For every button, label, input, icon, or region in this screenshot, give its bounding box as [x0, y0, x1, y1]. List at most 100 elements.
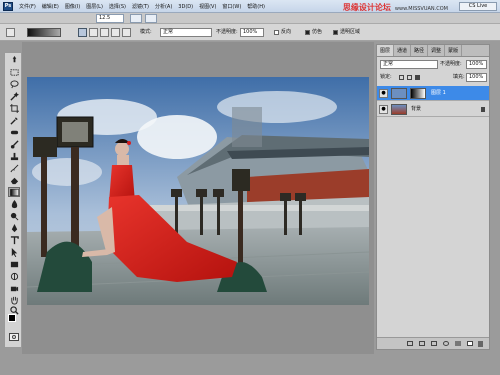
layers-panel: 图层 通道 路径 调整 蒙版 正常 不透明度: 100% 锁定: 填充: 100…: [376, 44, 490, 350]
dither-checkbox[interactable]: [305, 30, 310, 35]
tab-masks[interactable]: 蒙版: [445, 45, 463, 56]
eraser-icon[interactable]: [8, 175, 20, 185]
link-layers-icon[interactable]: [407, 341, 413, 346]
new-layer-icon[interactable]: [467, 341, 473, 346]
text-icon[interactable]: [8, 235, 20, 245]
mode-label: 模式:: [140, 29, 152, 35]
options-bar: 模式: 正常 不透明度: 100% 反向 仿色 透明区域: [0, 24, 500, 41]
eyedropper-icon[interactable]: [8, 115, 20, 125]
lock-label: 锁定:: [380, 74, 392, 80]
reflected-gradient-button[interactable]: [111, 28, 120, 37]
gradient-picker[interactable]: [27, 28, 61, 37]
menu-help[interactable]: 帮助(H): [244, 3, 268, 10]
lock-all-icon[interactable]: [415, 75, 420, 80]
blend-row: 正常 不透明度: 100%: [377, 59, 489, 71]
blend-mode-select[interactable]: 正常: [380, 60, 438, 69]
lasso-icon[interactable]: [8, 79, 20, 89]
menu-edit[interactable]: 编辑(E): [39, 3, 62, 10]
watermark: 思缘设计论坛 www.MISSVUAN.COM: [343, 2, 448, 13]
layer-row-1[interactable]: ● 图层 1: [377, 86, 489, 101]
fill-label: 填充:: [453, 74, 465, 80]
tool-preset-icon[interactable]: [6, 28, 15, 37]
menu-bar: 文件(F) 编辑(E) 图像(I) 图层(L) 选择(S) 滤镜(T) 分析(A…: [16, 0, 268, 13]
lock-icon: [481, 107, 485, 112]
tab-channels[interactable]: 通道: [394, 45, 412, 56]
stamp-icon[interactable]: [8, 151, 20, 161]
layer-opacity-input[interactable]: 100%: [466, 60, 487, 69]
layer-name[interactable]: 图层 1: [431, 86, 446, 101]
transparency-checkbox[interactable]: [333, 30, 338, 35]
quick-mask-icon[interactable]: [9, 333, 19, 341]
tab-paths[interactable]: 路径: [411, 45, 429, 56]
watermark-sub: www.MISSVUAN.COM: [394, 6, 448, 12]
secondary-bar: 12.5: [0, 13, 500, 24]
opacity-label: 不透明度:: [216, 29, 238, 35]
reverse-checkbox[interactable]: [274, 30, 279, 35]
menu-3d[interactable]: 3D(D): [175, 4, 196, 10]
linear-gradient-button[interactable]: [78, 28, 87, 37]
layer-row-background[interactable]: ● 背景: [377, 102, 489, 117]
menu-analysis[interactable]: 分析(A): [152, 3, 175, 10]
tab-adjustments[interactable]: 调整: [428, 45, 446, 56]
dodge-icon[interactable]: [8, 211, 20, 221]
path-select-icon[interactable]: [8, 247, 20, 257]
lock-pixels-icon[interactable]: [399, 75, 404, 80]
layer-name[interactable]: 背景: [411, 102, 421, 117]
adjustment-layer-icon[interactable]: [443, 341, 449, 346]
move-icon[interactable]: [8, 55, 20, 65]
add-mask-icon[interactable]: [431, 341, 437, 346]
marquee-icon[interactable]: [8, 67, 20, 77]
angle-gradient-button[interactable]: [100, 28, 109, 37]
hand-icon[interactable]: [8, 295, 20, 305]
3d-rotate-icon[interactable]: [8, 271, 20, 281]
screen-mode-icon[interactable]: [145, 14, 157, 23]
menu-image[interactable]: 图像(I): [62, 3, 83, 10]
menu-layer[interactable]: 图层(L): [83, 3, 106, 10]
view-controls: [130, 14, 157, 23]
layer-thumbnail: [391, 88, 407, 99]
cs-live-button[interactable]: CS Live: [459, 2, 497, 11]
delete-layer-icon[interactable]: [478, 341, 483, 347]
panel-tabs: 图层 通道 路径 调整 蒙版: [377, 45, 489, 57]
new-group-icon[interactable]: [455, 341, 461, 346]
color-swatches[interactable]: [8, 314, 20, 326]
layer-mask-thumbnail[interactable]: [410, 88, 426, 99]
radial-gradient-button[interactable]: [89, 28, 98, 37]
menu-file[interactable]: 文件(F): [16, 3, 39, 10]
layer-style-icon[interactable]: [419, 341, 425, 346]
diamond-gradient-button[interactable]: [122, 28, 131, 37]
visibility-eye-icon[interactable]: ●: [379, 89, 388, 98]
menu-select[interactable]: 选择(S): [106, 3, 129, 10]
reverse-label: 反向: [281, 29, 292, 35]
gradient-icon[interactable]: [8, 187, 20, 197]
status-bar: [0, 354, 500, 375]
lock-row: 锁定: 填充: 100%: [377, 72, 489, 84]
watermark-text: 思缘设计论坛: [342, 3, 391, 12]
layer-thumbnail: [391, 104, 407, 115]
menu-filter[interactable]: 滤镜(T): [129, 3, 152, 10]
document-image[interactable]: [27, 77, 369, 305]
opacity-input[interactable]: 100%: [240, 28, 264, 37]
crop-icon[interactable]: [8, 103, 20, 113]
pen-icon[interactable]: [8, 223, 20, 233]
layer-opacity-label: 不透明度:: [440, 61, 462, 67]
magic-wand-icon[interactable]: [8, 91, 20, 101]
mode-select[interactable]: 正常: [160, 28, 212, 37]
dither-label: 仿色: [312, 29, 323, 35]
foreground-color-swatch[interactable]: [8, 314, 16, 322]
fill-input[interactable]: 100%: [466, 73, 487, 82]
arrange-documents-icon[interactable]: [130, 14, 142, 23]
menu-window[interactable]: 窗口(W): [219, 3, 244, 10]
shape-icon[interactable]: [8, 259, 20, 269]
zoom-field[interactable]: 12.5: [96, 14, 124, 23]
healing-icon[interactable]: [8, 127, 20, 137]
visibility-eye-icon[interactable]: ●: [379, 105, 388, 114]
panel-footer: [377, 337, 489, 349]
3d-camera-icon[interactable]: [8, 283, 20, 293]
tab-layers[interactable]: 图层: [377, 45, 395, 56]
menu-view[interactable]: 视图(V): [196, 3, 219, 10]
brush-icon[interactable]: [8, 139, 20, 149]
history-brush-icon[interactable]: [8, 163, 20, 173]
blur-icon[interactable]: [8, 199, 20, 209]
lock-position-icon[interactable]: [407, 75, 412, 80]
